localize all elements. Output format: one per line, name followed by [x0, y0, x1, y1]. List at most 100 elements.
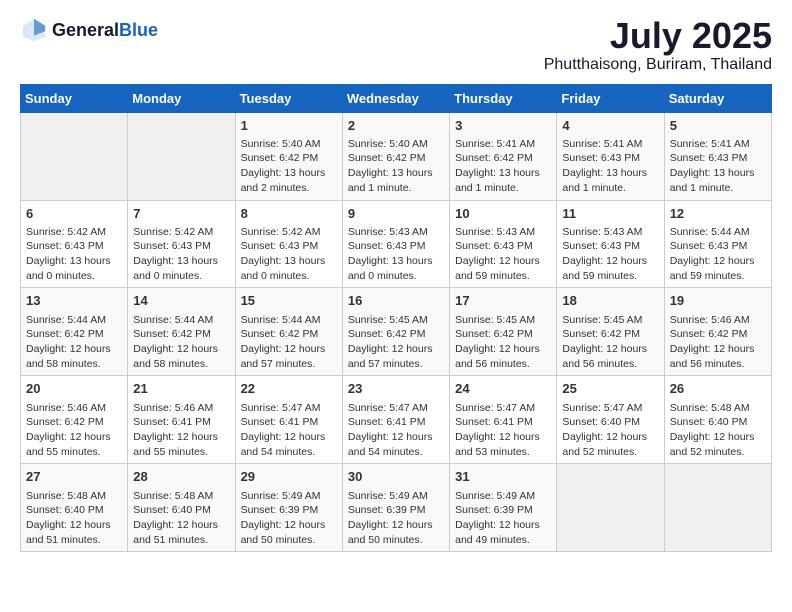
day-info: Sunset: 6:41 PM [348, 415, 444, 430]
day-info: Sunrise: 5:49 AM [348, 489, 444, 504]
day-info: Sunrise: 5:49 AM [455, 489, 551, 504]
main-title: July 2025 [544, 16, 772, 56]
day-info: Sunrise: 5:45 AM [455, 313, 551, 328]
day-info: Daylight: 13 hours and 1 minute. [455, 166, 551, 195]
calendar-cell: 14Sunrise: 5:44 AMSunset: 6:42 PMDayligh… [128, 288, 235, 376]
calendar-cell: 11Sunrise: 5:43 AMSunset: 6:43 PMDayligh… [557, 200, 664, 288]
day-number: 23 [348, 380, 444, 398]
day-info: Sunset: 6:43 PM [670, 239, 766, 254]
day-info: Sunrise: 5:40 AM [241, 137, 337, 152]
day-info: Daylight: 12 hours and 54 minutes. [241, 430, 337, 459]
day-number: 27 [26, 468, 122, 486]
calendar-cell: 28Sunrise: 5:48 AMSunset: 6:40 PMDayligh… [128, 464, 235, 552]
day-info: Daylight: 12 hours and 58 minutes. [26, 342, 122, 371]
weekday-header-tuesday: Tuesday [235, 84, 342, 112]
day-info: Daylight: 12 hours and 52 minutes. [670, 430, 766, 459]
day-number: 11 [562, 205, 658, 223]
day-info: Sunset: 6:40 PM [26, 503, 122, 518]
day-info: Sunrise: 5:43 AM [455, 225, 551, 240]
day-number: 31 [455, 468, 551, 486]
day-number: 7 [133, 205, 229, 223]
day-number: 24 [455, 380, 551, 398]
day-info: Sunset: 6:42 PM [241, 327, 337, 342]
day-info: Daylight: 12 hours and 59 minutes. [455, 254, 551, 283]
day-info: Daylight: 12 hours and 59 minutes. [562, 254, 658, 283]
day-info: Daylight: 12 hours and 56 minutes. [562, 342, 658, 371]
day-info: Sunrise: 5:41 AM [455, 137, 551, 152]
day-info: Sunrise: 5:46 AM [26, 401, 122, 416]
day-number: 2 [348, 117, 444, 135]
day-info: Daylight: 12 hours and 59 minutes. [670, 254, 766, 283]
day-number: 14 [133, 292, 229, 310]
day-info: Sunset: 6:42 PM [670, 327, 766, 342]
day-info: Sunrise: 5:47 AM [348, 401, 444, 416]
day-info: Daylight: 13 hours and 2 minutes. [241, 166, 337, 195]
day-info: Sunset: 6:41 PM [241, 415, 337, 430]
day-info: Sunrise: 5:44 AM [26, 313, 122, 328]
day-info: Sunset: 6:43 PM [562, 239, 658, 254]
day-info: Sunset: 6:42 PM [562, 327, 658, 342]
day-info: Daylight: 12 hours and 55 minutes. [26, 430, 122, 459]
day-number: 9 [348, 205, 444, 223]
day-number: 16 [348, 292, 444, 310]
day-number: 26 [670, 380, 766, 398]
day-info: Daylight: 12 hours and 56 minutes. [670, 342, 766, 371]
logo-text: GeneralBlue [52, 20, 158, 41]
calendar-week-row: 20Sunrise: 5:46 AMSunset: 6:42 PMDayligh… [21, 376, 772, 464]
day-info: Daylight: 13 hours and 0 minutes. [241, 254, 337, 283]
calendar-cell [128, 112, 235, 200]
calendar-cell: 4Sunrise: 5:41 AMSunset: 6:43 PMDaylight… [557, 112, 664, 200]
day-info: Sunrise: 5:44 AM [241, 313, 337, 328]
day-info: Sunrise: 5:47 AM [562, 401, 658, 416]
calendar-cell: 24Sunrise: 5:47 AMSunset: 6:41 PMDayligh… [450, 376, 557, 464]
calendar-cell: 12Sunrise: 5:44 AMSunset: 6:43 PMDayligh… [664, 200, 771, 288]
calendar-week-row: 27Sunrise: 5:48 AMSunset: 6:40 PMDayligh… [21, 464, 772, 552]
day-number: 25 [562, 380, 658, 398]
day-info: Sunrise: 5:49 AM [241, 489, 337, 504]
day-info: Sunrise: 5:41 AM [562, 137, 658, 152]
day-info: Sunrise: 5:43 AM [348, 225, 444, 240]
day-info: Sunset: 6:41 PM [455, 415, 551, 430]
day-info: Daylight: 12 hours and 52 minutes. [562, 430, 658, 459]
calendar-cell [664, 464, 771, 552]
day-info: Sunrise: 5:42 AM [133, 225, 229, 240]
day-info: Sunset: 6:39 PM [348, 503, 444, 518]
day-info: Sunset: 6:40 PM [133, 503, 229, 518]
weekday-header-sunday: Sunday [21, 84, 128, 112]
day-info: Sunset: 6:43 PM [670, 151, 766, 166]
day-info: Daylight: 13 hours and 0 minutes. [348, 254, 444, 283]
calendar-cell: 8Sunrise: 5:42 AMSunset: 6:43 PMDaylight… [235, 200, 342, 288]
calendar-cell: 25 Sunrise: 5:47 AMSunset: 6:40 PMDayligh… [557, 376, 664, 464]
calendar-cell: 30Sunrise: 5:49 AMSunset: 6:39 PMDayligh… [342, 464, 449, 552]
day-info: Daylight: 12 hours and 51 minutes. [133, 518, 229, 547]
calendar-cell: 1Sunrise: 5:40 AMSunset: 6:42 PMDaylight… [235, 112, 342, 200]
calendar-cell: 22Sunrise: 5:47 AMSunset: 6:41 PMDayligh… [235, 376, 342, 464]
day-number: 20 [26, 380, 122, 398]
day-info: Sunrise: 5:40 AM [348, 137, 444, 152]
day-number: 18 [562, 292, 658, 310]
day-info: Sunset: 6:40 PM [670, 415, 766, 430]
calendar-week-row: 6Sunrise: 5:42 AMSunset: 6:43 PMDaylight… [21, 200, 772, 288]
calendar-cell: 7Sunrise: 5:42 AMSunset: 6:43 PMDaylight… [128, 200, 235, 288]
calendar-cell: 9Sunrise: 5:43 AMSunset: 6:43 PMDaylight… [342, 200, 449, 288]
day-info: Sunset: 6:42 PM [133, 327, 229, 342]
calendar-cell: 13Sunrise: 5:44 AMSunset: 6:42 PMDayligh… [21, 288, 128, 376]
calendar-cell: 2Sunrise: 5:40 AMSunset: 6:42 PMDaylight… [342, 112, 449, 200]
calendar-cell: 20Sunrise: 5:46 AMSunset: 6:42 PMDayligh… [21, 376, 128, 464]
day-info: Sunset: 6:43 PM [562, 151, 658, 166]
weekday-header-row: SundayMondayTuesdayWednesdayThursdayFrid… [21, 84, 772, 112]
day-info: Daylight: 13 hours and 1 minute. [348, 166, 444, 195]
day-info: Sunset: 6:42 PM [26, 327, 122, 342]
calendar-cell: 5Sunrise: 5:41 AMSunset: 6:43 PMDaylight… [664, 112, 771, 200]
weekday-header-friday: Friday [557, 84, 664, 112]
day-info: Sunset: 6:40 PM [562, 415, 658, 430]
day-info: Daylight: 12 hours and 58 minutes. [133, 342, 229, 371]
calendar-cell [557, 464, 664, 552]
calendar-cell: 31Sunrise: 5:49 AMSunset: 6:39 PMDayligh… [450, 464, 557, 552]
calendar-week-row: 13Sunrise: 5:44 AMSunset: 6:42 PMDayligh… [21, 288, 772, 376]
day-info: Sunrise: 5:47 AM [455, 401, 551, 416]
day-info: Daylight: 13 hours and 0 minutes. [133, 254, 229, 283]
day-number: 5 [670, 117, 766, 135]
day-info: Sunset: 6:42 PM [455, 327, 551, 342]
day-info: Sunrise: 5:46 AM [133, 401, 229, 416]
